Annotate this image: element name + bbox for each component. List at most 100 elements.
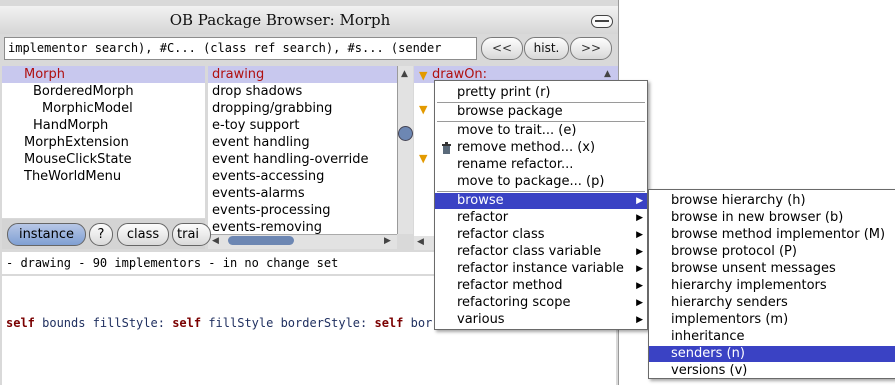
menu-item-label: refactor	[457, 210, 509, 225]
category-item-label: events-alarms	[212, 186, 305, 201]
menu-item-label: browse package	[457, 104, 563, 119]
class-toggle[interactable]: class	[117, 223, 169, 246]
title-bar[interactable]: OB Package Browser: Morph	[0, 6, 618, 34]
scroll-left-icon[interactable]: ◀	[212, 236, 219, 246]
category-item-label: dropping/grabbing	[212, 101, 333, 116]
menu-item-implementors[interactable]: implementors (m)	[649, 312, 895, 328]
category-item-label: drop shadows	[212, 84, 303, 99]
category-item[interactable]: e-toy support	[208, 117, 397, 134]
menu-item-pretty-print[interactable]: pretty print (r)	[435, 85, 647, 101]
menu-item-label: refactor class variable	[457, 244, 602, 259]
menu-item-label: implementors (m)	[671, 312, 789, 327]
triangle-down-icon: ▼	[419, 69, 428, 82]
help-button[interactable]: ?	[89, 223, 113, 246]
menu-item-refactoring-scope[interactable]: refactoring scope ▶	[435, 295, 647, 311]
menu-separator	[437, 191, 645, 192]
menu-item-browse-hierarchy[interactable]: browse hierarchy (h)	[649, 193, 895, 209]
menu-item-browse-unsent-messages[interactable]: browse unsent messages	[649, 261, 895, 277]
category-item-drawing[interactable]: drawing	[208, 66, 397, 83]
search-input[interactable]: implementor search), #C... (class ref se…	[4, 37, 477, 60]
menu-item-label: move to package... (p)	[457, 174, 605, 189]
menu-item-rename-refactor[interactable]: rename refactor...	[435, 157, 647, 173]
menu-item-inheritance[interactable]: inheritance	[649, 329, 895, 345]
category-item-label: events-accessing	[212, 169, 325, 184]
menu-item-label: senders (n)	[671, 346, 745, 361]
menu-item-refactor-instance-variable[interactable]: refactor instance variable ▶	[435, 261, 647, 277]
scroll-right-icon[interactable]: ▶	[384, 236, 391, 246]
menu-item-label: browse protocol (P)	[671, 244, 797, 259]
menu-item-senders[interactable]: senders (n)	[649, 346, 895, 362]
class-item-morph[interactable]: Morph	[2, 66, 205, 83]
history-button[interactable]: hist.	[524, 37, 569, 60]
class-item-label: Morph	[24, 67, 66, 82]
menu-item-refactor-method[interactable]: refactor method ▶	[435, 278, 647, 294]
submenu-arrow-icon: ▶	[636, 264, 643, 274]
category-item[interactable]: events-accessing	[208, 168, 397, 185]
menu-item-label: rename refactor...	[457, 157, 574, 172]
history-forward-button[interactable]: >>	[570, 37, 612, 60]
menu-item-versions[interactable]: versions (v)	[649, 363, 895, 379]
submenu-arrow-icon: ▶	[636, 213, 643, 223]
class-item[interactable]: BorderedMorph	[2, 83, 205, 100]
class-item[interactable]: MorphicModel	[2, 100, 205, 117]
class-list-pane: Morph BorderedMorph MorphicModel HandMor…	[2, 66, 205, 218]
menu-item-move-to-package[interactable]: move to package... (p)	[435, 174, 647, 190]
category-item-label: event handling-override	[212, 152, 369, 167]
class-item[interactable]: MorphExtension	[2, 134, 205, 151]
category-scrollbar[interactable]: ▲	[397, 66, 413, 234]
menu-item-label: versions (v)	[671, 363, 748, 378]
class-item-label: MorphicModel	[42, 101, 133, 116]
traits-toggle[interactable]: trai	[172, 223, 211, 246]
menu-item-label: hierarchy senders	[671, 295, 788, 310]
submenu-arrow-icon: ▶	[636, 230, 643, 240]
category-scroll-thumb[interactable]	[398, 126, 413, 141]
category-item[interactable]: events-alarms	[208, 185, 397, 202]
category-item-label: e-toy support	[212, 118, 300, 133]
code-text: bor	[403, 316, 433, 330]
category-item[interactable]: events-processing	[208, 202, 397, 219]
class-item-label: MouseClickState	[24, 152, 132, 167]
menu-item-browse-in-new-browser[interactable]: browse in new browser (b)	[649, 210, 895, 226]
category-item[interactable]: events-removing	[208, 219, 397, 234]
menu-item-hierarchy-implementors[interactable]: hierarchy implementors	[649, 278, 895, 294]
menu-item-label: inheritance	[671, 329, 745, 344]
menu-item-browse-protocol[interactable]: browse protocol (P)	[649, 244, 895, 260]
menu-item-label: browse hierarchy (h)	[671, 193, 806, 208]
history-back-button[interactable]: <<	[481, 37, 523, 60]
category-item-label: event handling	[212, 135, 310, 150]
menu-item-refactor-class[interactable]: refactor class ▶	[435, 227, 647, 243]
scroll-left-icon[interactable]: ◀	[417, 237, 424, 247]
code-keyword: self	[6, 316, 35, 330]
category-horizontal-thumb[interactable]	[228, 236, 294, 245]
menu-item-move-to-trait[interactable]: move to trait... (e)	[435, 123, 647, 139]
class-item-label: MorphExtension	[24, 135, 129, 150]
window-title: OB Package Browser: Morph	[169, 11, 391, 29]
menu-item-label: hierarchy implementors	[671, 278, 827, 293]
submenu-arrow-icon: ▶	[636, 247, 643, 257]
menu-item-remove-method[interactable]: remove method... (x)	[435, 140, 647, 156]
menu-item-hierarchy-senders[interactable]: hierarchy senders	[649, 295, 895, 311]
trash-icon	[442, 142, 451, 154]
menu-item-refactor[interactable]: refactor ▶	[435, 210, 647, 226]
menu-item-browse[interactable]: browse ▶	[435, 193, 647, 209]
code-text: bounds fillStyle:	[34, 316, 173, 330]
category-item[interactable]: event handling-override	[208, 151, 397, 168]
category-item-label: events-processing	[212, 203, 331, 218]
collapse-button[interactable]	[591, 15, 613, 28]
class-item[interactable]: HandMorph	[2, 117, 205, 134]
category-item[interactable]: dropping/grabbing	[208, 100, 397, 117]
menu-item-various[interactable]: various ▶	[435, 312, 647, 328]
menu-item-label: browse method implementor (M)	[671, 227, 886, 242]
class-item[interactable]: MouseClickState	[2, 151, 205, 168]
menu-item-browse-package[interactable]: browse package	[435, 104, 647, 120]
scroll-up-icon[interactable]: ▲	[604, 69, 611, 79]
scroll-up-icon[interactable]: ▲	[401, 69, 408, 79]
menu-item-browse-method-implementor[interactable]: browse method implementor (M)	[649, 227, 895, 243]
class-item[interactable]: TheWorldMenu	[2, 168, 205, 185]
submenu-arrow-icon: ▶	[636, 281, 643, 291]
instance-toggle[interactable]: instance	[7, 223, 86, 246]
category-item[interactable]: event handling	[208, 134, 397, 151]
category-item[interactable]: drop shadows	[208, 83, 397, 100]
menu-item-refactor-class-variable[interactable]: refactor class variable ▶	[435, 244, 647, 260]
category-list-pane: drawing drop shadows dropping/grabbing e…	[208, 66, 397, 234]
